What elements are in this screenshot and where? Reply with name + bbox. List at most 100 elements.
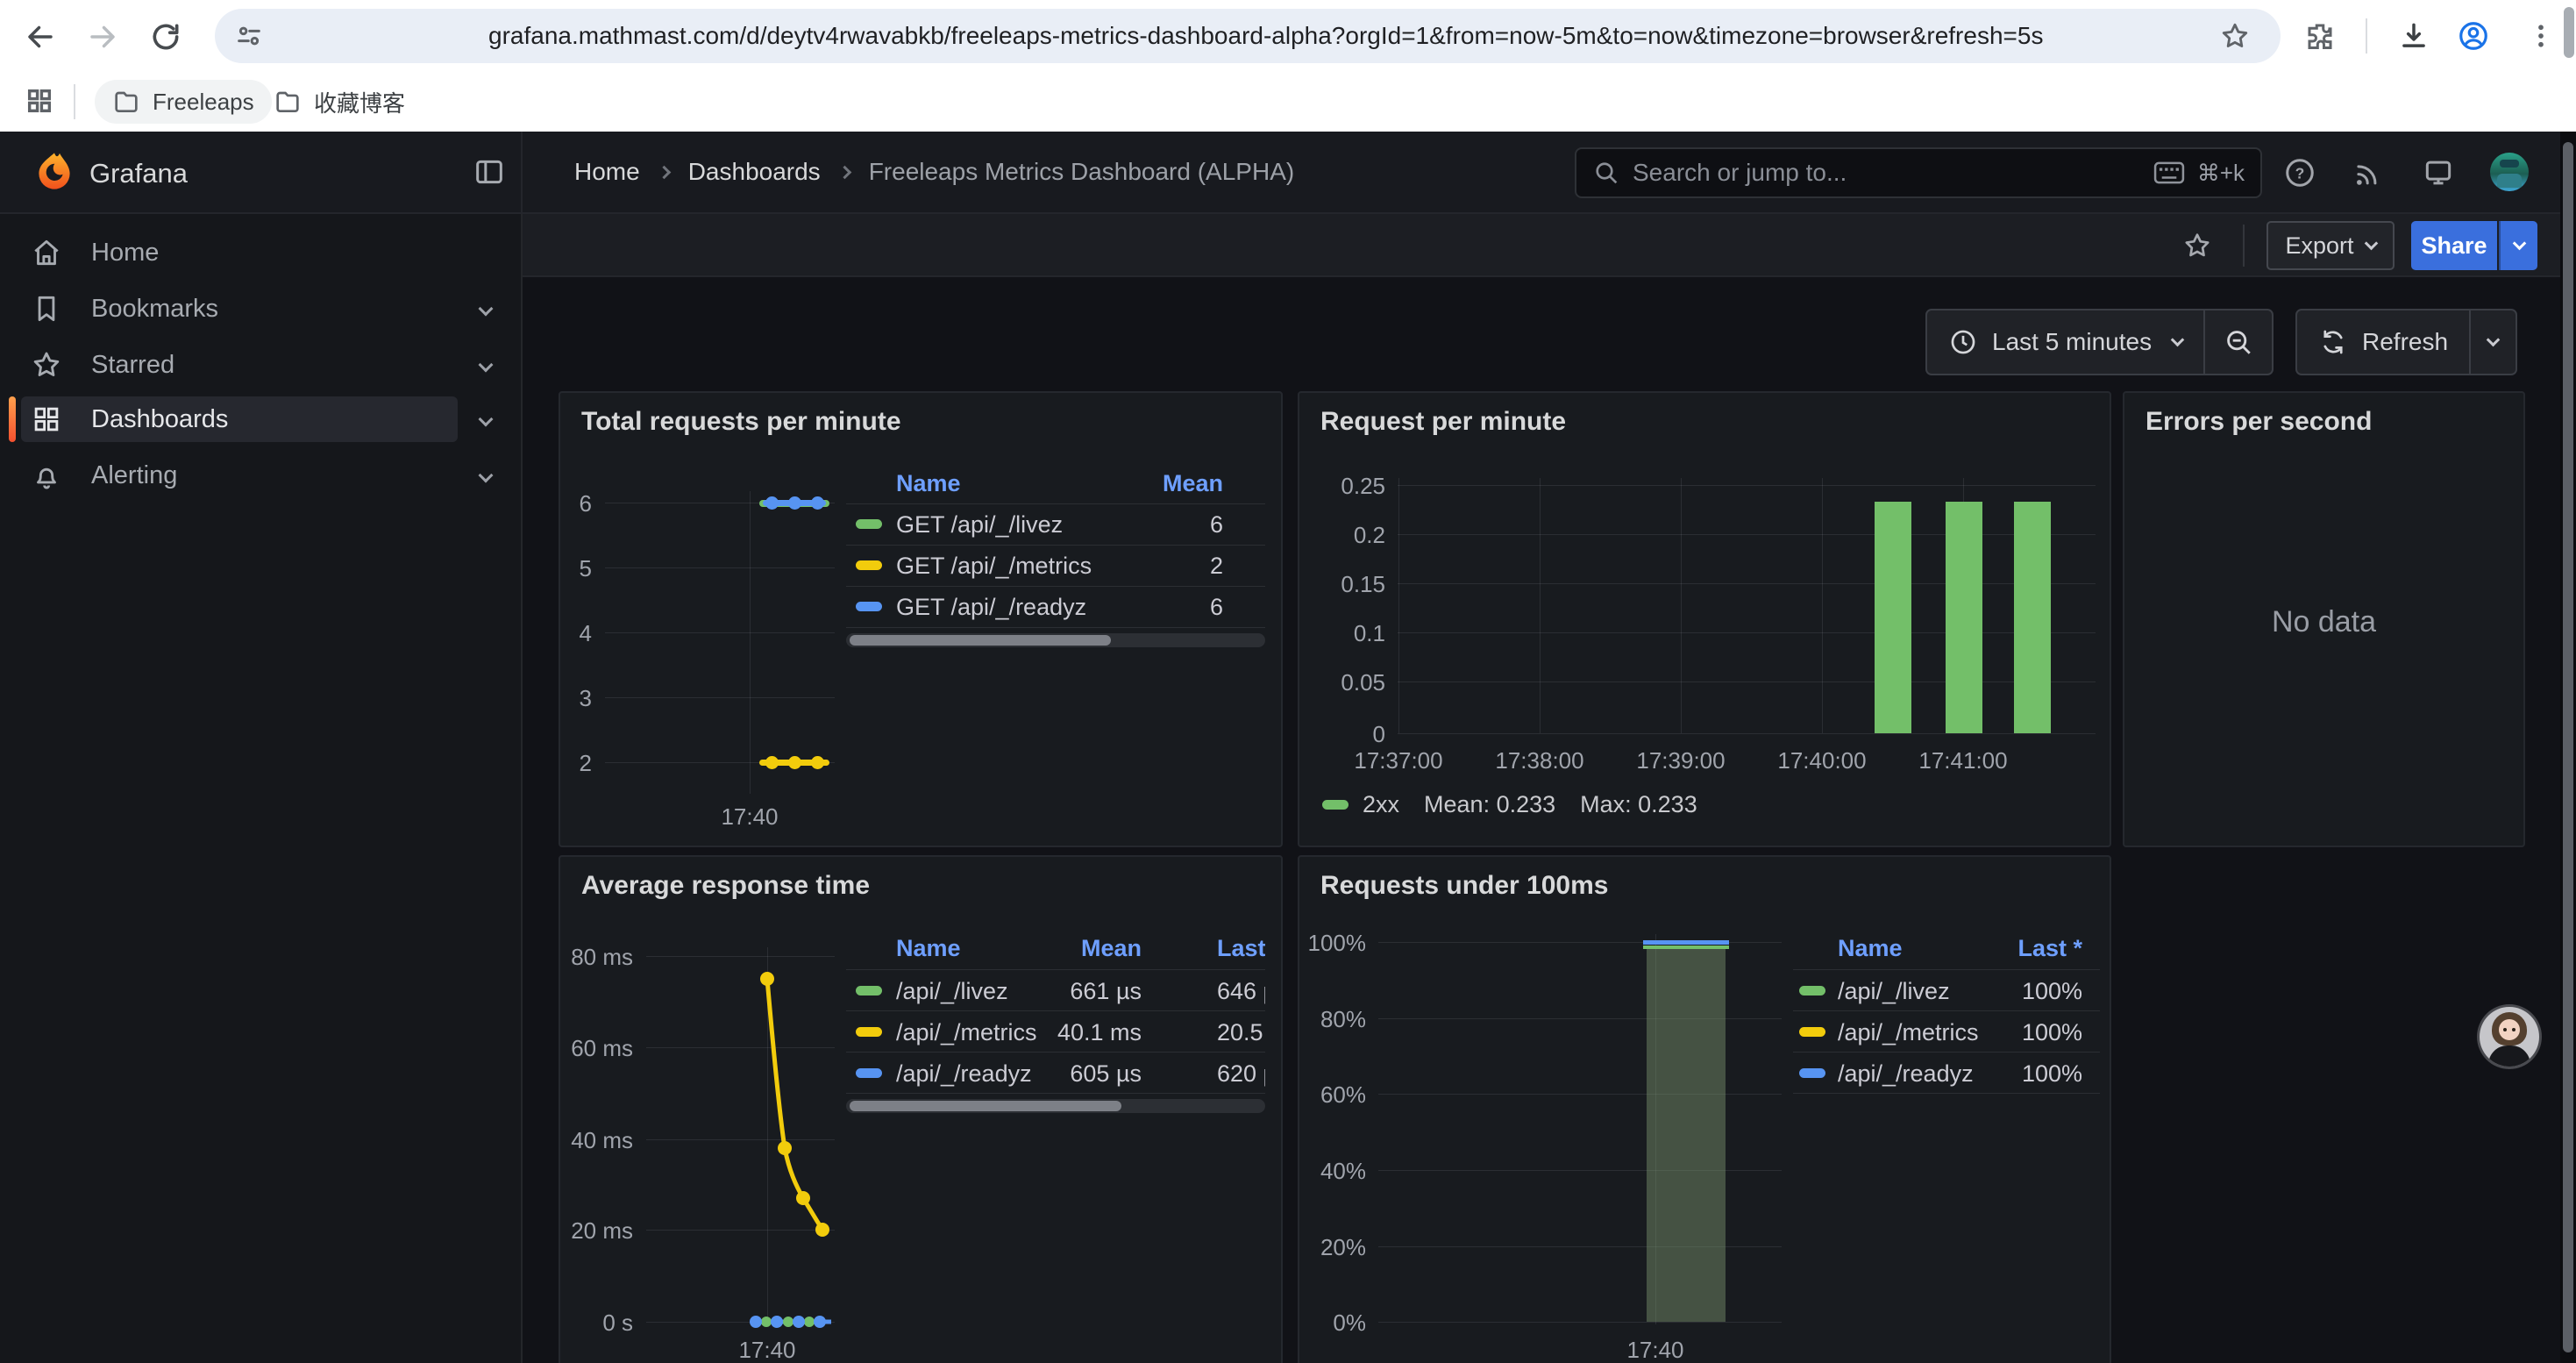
share-button[interactable]: Share — [2411, 221, 2497, 270]
table-scrollbar-thumb[interactable] — [850, 1101, 1121, 1111]
bookmark-item-blogs[interactable]: 收藏博客 — [256, 80, 423, 124]
sidebar-item-dashboards[interactable]: Dashboards — [21, 396, 458, 442]
data-point — [788, 496, 801, 510]
table-row-last: 100% — [1951, 1019, 2082, 1046]
table-header-mean[interactable]: Mean — [1092, 470, 1223, 497]
y-tick: 6 — [544, 490, 592, 517]
bookmark-item-freeleaps[interactable]: Freeleaps — [95, 80, 272, 124]
sidebar-toggle-icon[interactable] — [472, 154, 507, 189]
chevron-down-icon[interactable] — [479, 358, 494, 373]
table-row-name[interactable]: GET /api/_/livez — [896, 511, 1063, 539]
bar-2xx[interactable] — [1946, 502, 1982, 733]
table-row-mean: 40.1 ms — [1010, 1019, 1142, 1046]
table-row-name[interactable]: GET /api/_/metrics — [896, 553, 1092, 580]
bar-2xx[interactable] — [1875, 502, 1911, 733]
table-row-name[interactable]: /api/_/livez — [1838, 978, 1950, 1005]
news-icon[interactable] — [2352, 156, 2385, 189]
table-header-last[interactable]: Last * — [1217, 935, 1265, 962]
grafana-header-left: Grafana — [0, 132, 523, 212]
legend-pill[interactable] — [856, 1068, 882, 1078]
sidebar-item-home[interactable]: Home — [21, 230, 458, 275]
download-icon[interactable] — [2397, 19, 2430, 53]
search-input[interactable]: Search or jump to... ⌘+k — [1575, 147, 2262, 198]
sidebar-item-starred[interactable]: Starred — [21, 342, 458, 388]
table-header-last[interactable]: Last * — [1951, 935, 2082, 962]
legend-pill[interactable] — [856, 1027, 882, 1037]
panel-title[interactable]: Requests under 100ms — [1320, 871, 1608, 901]
chevron-down-icon[interactable] — [479, 302, 494, 317]
breadcrumb-home[interactable]: Home — [574, 158, 640, 186]
sidebar-item-alerting[interactable]: Alerting — [21, 453, 458, 498]
table-header-name[interactable]: Name — [1838, 935, 1903, 962]
site-settings-icon[interactable] — [234, 21, 264, 51]
sidebar-item-bookmarks[interactable]: Bookmarks — [21, 286, 458, 332]
table-header-name[interactable]: Name — [896, 935, 961, 962]
grafana-logo[interactable] — [33, 151, 75, 193]
legend-pill[interactable] — [856, 986, 882, 995]
legend-pill[interactable] — [1799, 986, 1825, 995]
area-fill-under-100ms[interactable] — [1647, 946, 1726, 1322]
panel-request-per-minute[interactable]: Request per minute — [1298, 391, 2111, 847]
forward-icon[interactable] — [87, 21, 118, 53]
panel-title[interactable]: Errors per second — [2145, 407, 2372, 437]
time-range-picker[interactable]: Last 5 minutes — [1927, 310, 2203, 374]
y-tick: 100% — [1287, 930, 1366, 957]
back-icon[interactable] — [25, 21, 56, 53]
page-scrollbar-thumb[interactable] — [2563, 142, 2573, 1352]
browser-scrollbar-thumb[interactable] — [2564, 7, 2574, 58]
table-row-name[interactable]: /api/_/livez — [896, 978, 1008, 1005]
bookmarks-divider — [74, 84, 75, 119]
user-avatar[interactable] — [2490, 153, 2529, 191]
sidebar-item-label: Starred — [91, 351, 174, 380]
browser-toolbar: grafana.mathmast.com/d/deytv4rwavabkb/fr… — [0, 0, 2576, 72]
y-tick: 0.15 — [1315, 571, 1385, 598]
browser-menu-icon[interactable] — [2525, 19, 2557, 53]
chart-legend[interactable]: 2xx Mean: 0.233 Max: 0.233 — [1322, 791, 1697, 818]
favorite-star-icon[interactable] — [2181, 230, 2213, 261]
refresh-button[interactable]: Refresh — [2297, 310, 2469, 374]
y-tick: 0.05 — [1315, 669, 1385, 696]
legend-pill[interactable] — [856, 519, 882, 529]
star-icon — [30, 348, 63, 382]
url-text[interactable]: grafana.mathmast.com/d/deytv4rwavabkb/fr… — [488, 9, 2400, 63]
breadcrumb-separator-icon — [657, 165, 671, 179]
extensions-icon[interactable] — [2304, 20, 2336, 52]
export-button[interactable]: Export — [2266, 221, 2395, 270]
panel-title[interactable]: Request per minute — [1320, 407, 1566, 437]
table-scrollbar-thumb[interactable] — [850, 635, 1111, 646]
y-tick: 20% — [1287, 1234, 1366, 1261]
help-icon[interactable]: ? — [2283, 156, 2316, 189]
table-header-name[interactable]: Name — [896, 470, 961, 497]
chevron-down-icon[interactable] — [479, 468, 494, 483]
brand-name[interactable]: Grafana — [89, 158, 188, 189]
series-line-readyz — [1643, 940, 1729, 945]
sidebar-item-label: Alerting — [91, 461, 177, 490]
zoom-out-button[interactable] — [2205, 310, 2272, 374]
table-row-name[interactable]: GET /api/_/readyz — [896, 594, 1086, 621]
legend-pill[interactable] — [856, 602, 882, 611]
panel-errors-per-second[interactable]: Errors per second No data — [2123, 391, 2525, 847]
share-menu-button[interactable] — [2499, 221, 2537, 270]
chevron-down-icon[interactable] — [479, 412, 494, 427]
panel-title[interactable]: Total requests per minute — [581, 407, 901, 437]
y-tick: 60% — [1287, 1081, 1366, 1109]
reload-icon[interactable] — [149, 20, 182, 54]
table-header-mean[interactable]: Mean — [1010, 935, 1142, 962]
monitor-icon[interactable] — [2422, 156, 2455, 189]
profile-icon[interactable] — [2457, 19, 2490, 53]
legend-pill[interactable] — [1799, 1068, 1825, 1078]
assistant-avatar[interactable] — [2480, 1007, 2539, 1067]
legend-pill[interactable] — [1799, 1027, 1825, 1037]
keyboard-icon — [2153, 161, 2185, 185]
bookmark-star-icon[interactable] — [2219, 20, 2251, 52]
bar-2xx[interactable] — [2014, 502, 2051, 733]
address-bar[interactable]: grafana.mathmast.com/d/deytv4rwavabkb/fr… — [215, 9, 2281, 63]
breadcrumb-dashboards[interactable]: Dashboards — [688, 158, 821, 186]
y-tick: 4 — [544, 620, 592, 647]
clock-icon — [1948, 327, 1978, 357]
folder-icon — [274, 88, 302, 116]
refresh-interval-button[interactable] — [2471, 310, 2516, 374]
legend-pill[interactable] — [856, 560, 882, 570]
data-point — [765, 756, 779, 769]
apps-grid-icon[interactable] — [25, 86, 54, 116]
